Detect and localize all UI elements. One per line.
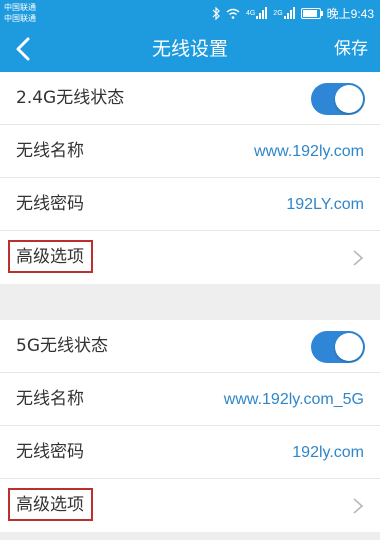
wifi-24g-status-row: 2.4G无线状态 [0,72,380,125]
wifi-5g-password-value[interactable]: 192ly.com [292,426,364,479]
toggle-knob [335,85,363,113]
bluetooth-icon [212,6,220,20]
wifi-5g-name-row[interactable]: 无线名称 www.192ly.com_5G [0,373,380,426]
wifi-24g-name-row[interactable]: 无线名称 www.192ly.com [0,125,380,178]
save-button[interactable]: 保存 [334,27,368,72]
network-type-1: 4G [245,9,256,17]
page-title: 无线设置 [151,38,228,60]
chevron-right-icon [353,250,364,266]
wifi-settings-screen: 中国联通 中国联通 4G 2G 晚上9:43 无线设置 保存 2.4G无线状态 … [0,0,380,540]
status-icons: 4G 2G 晚上9:43 [212,5,374,21]
signal-2g-icon: 2G [273,7,295,19]
wifi-24g-password-label: 无线密码 [16,194,84,214]
wifi-24g-section: 2.4G无线状态 无线名称 www.192ly.com 无线密码 192LY.c… [0,72,380,284]
wifi-24g-status-label: 2.4G无线状态 [16,88,125,108]
wifi-5g-password-label: 无线密码 [16,442,84,462]
wifi-24g-password-value[interactable]: 192LY.com [286,178,364,231]
network-type-2: 2G [273,9,283,17]
wifi-5g-section: 5G无线状态 无线名称 www.192ly.com_5G 无线密码 192ly.… [0,320,380,532]
wifi-5g-advanced-label: 高级选项 [16,495,84,515]
clock: 晚上9:43 [326,6,374,21]
wifi-5g-name-label: 无线名称 [16,389,84,409]
carrier-2: 中国联通 [4,14,36,23]
wifi-24g-advanced-row[interactable]: 高级选项 [0,231,380,284]
battery-icon [300,7,323,19]
toggle-knob [335,333,363,361]
signal-4g-icon: 4G [245,7,268,19]
wifi-24g-password-row[interactable]: 无线密码 192LY.com [0,178,380,231]
wifi-24g-advanced-label: 高级选项 [16,247,84,267]
carrier-1: 中国联通 [4,3,36,12]
wifi-5g-toggle[interactable] [311,331,365,363]
chevron-right-icon [353,498,364,514]
wifi-24g-toggle[interactable] [311,83,365,115]
wifi-5g-status-row: 5G无线状态 [0,320,380,373]
wifi-5g-password-row[interactable]: 无线密码 192ly.com [0,426,380,479]
wifi-24g-name-label: 无线名称 [16,141,84,161]
wifi-icon [226,8,240,19]
wifi-5g-status-label: 5G无线状态 [16,336,108,356]
wifi-24g-name-value[interactable]: www.192ly.com [254,125,364,178]
status-bar: 中国联通 中国联通 4G 2G 晚上9:43 [0,0,380,27]
nav-bar: 无线设置 保存 [0,27,380,72]
wifi-5g-advanced-row[interactable]: 高级选项 [0,479,380,532]
carrier-info: 中国联通 中国联通 [4,2,36,24]
wifi-5g-name-value[interactable]: www.192ly.com_5G [224,373,364,426]
